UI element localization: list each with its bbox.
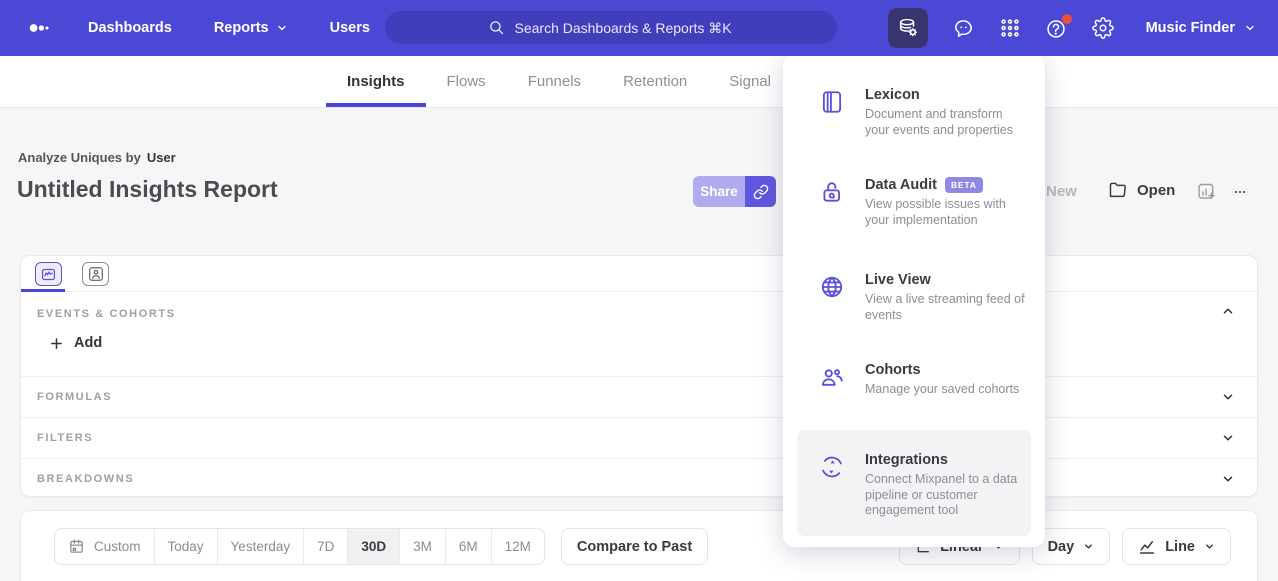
beta-badge: BETA: [945, 177, 983, 193]
tab-flows[interactable]: Flows: [426, 56, 507, 107]
project-selector[interactable]: Music Finder: [1146, 20, 1256, 36]
live-view-globe-icon: [819, 274, 845, 323]
notification-dot: [1062, 14, 1072, 24]
data-management-icon[interactable]: [888, 8, 928, 48]
expand-section-icon[interactable]: [1221, 472, 1235, 486]
section-formulas[interactable]: FORMULAS: [21, 376, 1257, 417]
nav-dashboards[interactable]: Dashboards: [88, 20, 172, 36]
range-yesterday[interactable]: Yesterday: [217, 529, 304, 564]
section-events-cohorts: EVENTS & COHORTS Add: [21, 292, 1257, 376]
settings-gear-icon[interactable]: [1092, 17, 1114, 39]
menu-item-cohorts[interactable]: Cohorts Manage your saved cohorts: [783, 362, 1045, 398]
menu-item-title: Data AuditBETA: [865, 177, 1033, 193]
chevron-down-icon: [276, 22, 288, 34]
menu-item-description: View a live streaming feed of events: [865, 292, 1033, 323]
report-subtitle: Analyze Uniques byUser: [18, 150, 176, 165]
new-report-button[interactable]: New: [1046, 183, 1077, 200]
global-search[interactable]: [385, 11, 837, 44]
compare-to-past-button[interactable]: Compare to Past: [561, 528, 708, 565]
integrations-sync-icon: [819, 454, 845, 519]
add-event-button[interactable]: Add: [49, 335, 102, 351]
menu-item-data-audit[interactable]: Data AuditBETA View possible issues with…: [783, 177, 1045, 228]
range-custom[interactable]: Custom: [55, 529, 154, 564]
section-breakdowns[interactable]: BREAKDOWNS: [21, 458, 1257, 499]
events-metrics-tab[interactable]: [35, 262, 62, 286]
tab-insights[interactable]: Insights: [326, 56, 426, 107]
plus-icon: [49, 336, 64, 351]
menu-item-lexicon[interactable]: Lexicon Document and transform your even…: [783, 87, 1045, 138]
copy-link-button[interactable]: [745, 176, 776, 207]
open-report-button[interactable]: Open: [1108, 180, 1175, 200]
help-icon[interactable]: [1045, 17, 1068, 40]
mixpanel-logo[interactable]: [20, 17, 60, 39]
analyze-by-selector[interactable]: User: [147, 150, 176, 165]
nav-reports[interactable]: Reports: [214, 20, 288, 36]
chevron-down-icon: [1083, 541, 1094, 552]
section-filters[interactable]: FILTERS: [21, 417, 1257, 458]
data-audit-lock-icon: [819, 179, 845, 228]
chevron-down-icon: [1244, 22, 1256, 34]
chart-toolbar: Custom Today Yesterday 7D 30D 3M 6M 12M …: [20, 510, 1258, 581]
menu-item-description: View possible issues with your implement…: [865, 197, 1033, 228]
share-button[interactable]: Share: [693, 176, 745, 207]
chevron-down-icon: [1204, 541, 1215, 552]
date-range-control: Custom Today Yesterday 7D 30D 3M 6M 12M: [54, 528, 545, 565]
menu-item-integrations[interactable]: Integrations Connect Mixpanel to a data …: [783, 452, 1045, 519]
range-3m[interactable]: 3M: [399, 529, 445, 564]
range-today[interactable]: Today: [154, 529, 217, 564]
navbar-actions: Music Finder: [888, 0, 1256, 56]
section-label: FILTERS: [37, 432, 93, 444]
query-view-tabs: [21, 256, 1257, 292]
add-to-dashboard-icon[interactable]: [1196, 181, 1217, 202]
person-icon: [88, 266, 104, 282]
menu-item-title: Integrations: [865, 452, 1033, 468]
active-tab-indicator: [21, 289, 65, 292]
menu-item-title: Live View: [865, 272, 1033, 288]
share-split-button: Share: [693, 176, 776, 207]
calendar-icon: [68, 538, 85, 555]
collapse-section-icon[interactable]: [1221, 304, 1235, 318]
chart-icon: [40, 267, 57, 282]
tab-funnels[interactable]: Funnels: [507, 56, 602, 107]
search-input[interactable]: [515, 20, 735, 36]
report-tabs: Insights Flows Funnels Retention Signal …: [0, 56, 1278, 108]
tab-retention[interactable]: Retention: [602, 56, 708, 107]
more-options-icon[interactable]: [1228, 186, 1252, 198]
apps-grid-icon[interactable]: [999, 17, 1021, 39]
user-profiles-tab[interactable]: [82, 262, 109, 286]
range-7d[interactable]: 7D: [303, 529, 347, 564]
range-6m[interactable]: 6M: [445, 529, 491, 564]
menu-item-description: Document and transform your events and p…: [865, 107, 1017, 138]
tab-signal[interactable]: Signal: [708, 56, 792, 107]
section-label: BREAKDOWNS: [37, 473, 134, 485]
section-label: EVENTS & COHORTS: [37, 308, 1241, 320]
expand-section-icon[interactable]: [1221, 431, 1235, 445]
chart-type-dropdown[interactable]: Line: [1122, 528, 1231, 565]
primary-nav: Dashboards Reports Users: [88, 20, 370, 36]
query-builder-panel: EVENTS & COHORTS Add FORMULAS FILTERS BR…: [20, 255, 1258, 497]
nav-users[interactable]: Users: [330, 20, 370, 36]
menu-item-title: Lexicon: [865, 87, 1017, 103]
range-12m[interactable]: 12M: [491, 529, 544, 564]
search-icon: [488, 19, 505, 36]
expand-section-icon[interactable]: [1221, 390, 1235, 404]
top-navbar: Dashboards Reports Users Music Finder: [0, 0, 1278, 56]
line-chart-icon: [1138, 538, 1156, 556]
lexicon-book-icon: [819, 89, 845, 138]
menu-item-description: Manage your saved cohorts: [865, 382, 1019, 398]
link-icon: [753, 184, 769, 200]
data-management-menu: Lexicon Document and transform your even…: [783, 55, 1045, 547]
section-label: FORMULAS: [37, 391, 112, 403]
cohorts-people-icon: [819, 364, 845, 398]
page-title: Untitled Insights Report: [17, 176, 278, 203]
range-30d[interactable]: 30D: [347, 529, 399, 564]
menu-item-title: Cohorts: [865, 362, 1019, 378]
folder-icon: [1108, 180, 1128, 200]
menu-item-live-view[interactable]: Live View View a live streaming feed of …: [783, 272, 1045, 323]
feedback-icon[interactable]: [952, 17, 975, 40]
menu-item-description: Connect Mixpanel to a data pipeline or c…: [865, 472, 1033, 519]
